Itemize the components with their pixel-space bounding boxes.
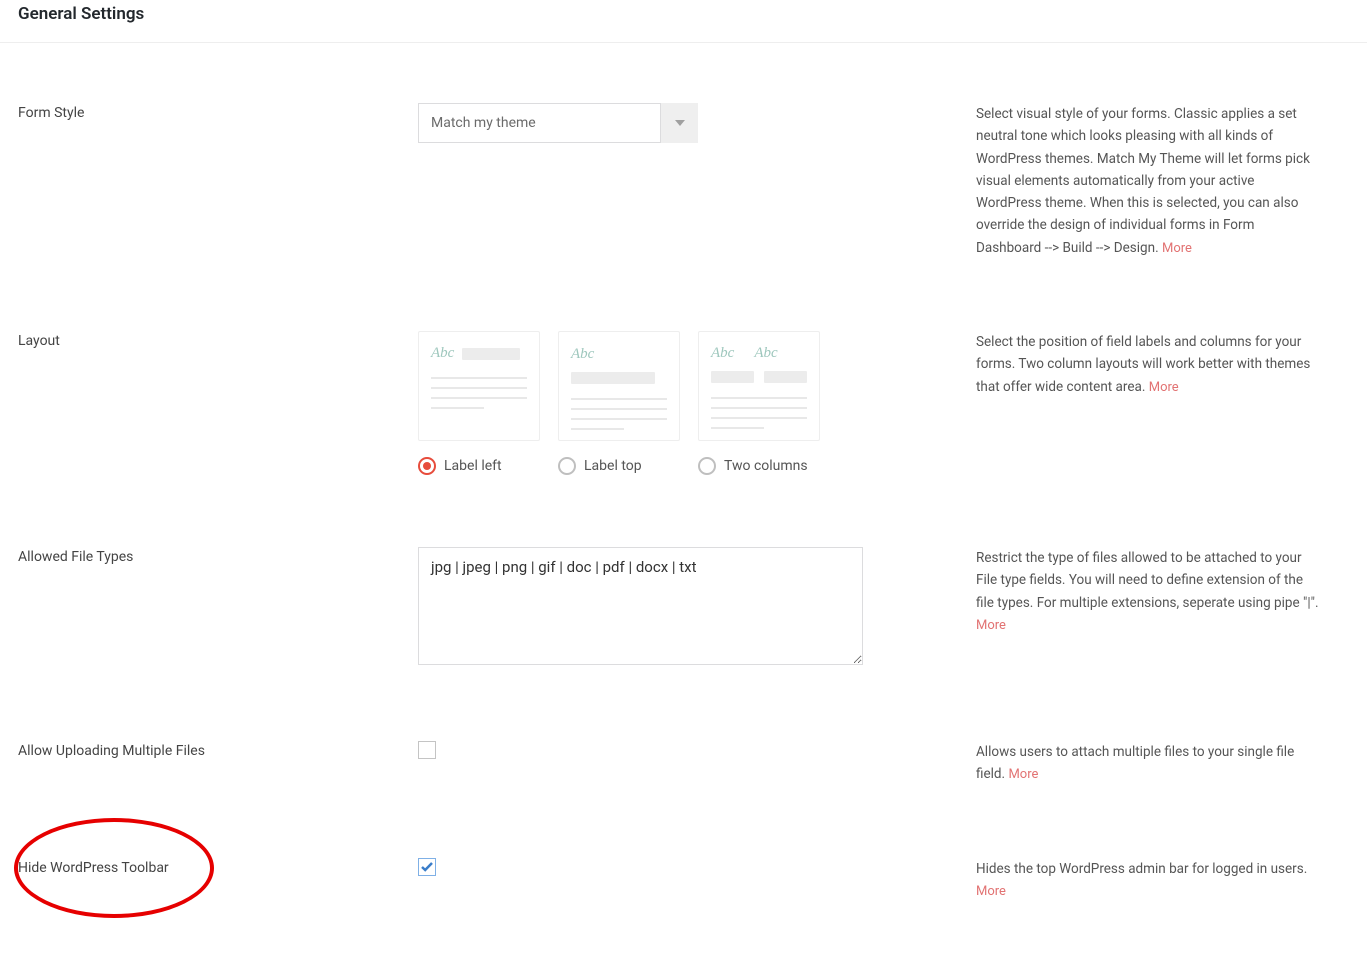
setting-row-allowed-file-types: Allowed File Types Restrict the type of … — [18, 511, 1349, 705]
radio-two-columns[interactable]: Two columns — [698, 457, 820, 475]
hide-toolbar-checkbox[interactable] — [418, 858, 436, 876]
radio-icon — [698, 457, 716, 475]
setting-row-allow-multiple: Allow Uploading Multiple Files Allows us… — [18, 705, 1349, 822]
radio-icon — [558, 457, 576, 475]
layout-option-two-columns[interactable]: Abc Abc — [698, 331, 820, 475]
layout-card-label-top: Abc — [558, 331, 680, 441]
page-title: General Settings — [0, 0, 1367, 43]
allowed-file-types-label: Allowed File Types — [18, 547, 418, 565]
allow-multiple-control — [418, 741, 958, 759]
allowed-file-types-input[interactable] — [418, 547, 863, 665]
layout-help: Select the position of field labels and … — [958, 331, 1349, 398]
allow-multiple-more-link[interactable]: More — [1008, 767, 1038, 782]
layout-card-two-columns: Abc Abc — [698, 331, 820, 441]
radio-label-text: Two columns — [724, 458, 808, 474]
allowed-file-types-more-link[interactable]: More — [976, 618, 1006, 633]
form-style-label: Form Style — [18, 103, 418, 121]
setting-row-hide-toolbar: Hide WordPress Toolbar Hides the top Wor… — [18, 822, 1349, 939]
form-style-help: Select visual style of your forms. Class… — [958, 103, 1349, 259]
allowed-file-types-help-text: Restrict the type of files allowed to be… — [976, 550, 1319, 611]
abc-label: Abc — [571, 346, 594, 362]
layout-help-text: Select the position of field labels and … — [976, 334, 1310, 395]
allow-multiple-label: Allow Uploading Multiple Files — [18, 741, 418, 759]
radio-label-left[interactable]: Label left — [418, 457, 540, 475]
form-style-select[interactable]: Match my theme — [418, 103, 698, 143]
check-icon — [421, 862, 433, 872]
layout-card-label-left: Abc — [418, 331, 540, 441]
allow-multiple-checkbox[interactable] — [418, 741, 436, 759]
abc-label: Abc — [711, 346, 734, 361]
radio-label-text: Label top — [584, 458, 642, 474]
layout-control: Abc Label left — [418, 331, 958, 475]
setting-row-layout: Layout Abc — [18, 295, 1349, 511]
form-style-more-link[interactable]: More — [1162, 241, 1192, 256]
allowed-file-types-help: Restrict the type of files allowed to be… — [958, 547, 1349, 636]
hide-toolbar-help-text: Hides the top WordPress admin bar for lo… — [976, 861, 1307, 877]
radio-icon — [418, 457, 436, 475]
allowed-file-types-control — [418, 547, 958, 669]
hide-toolbar-label: Hide WordPress Toolbar — [18, 858, 418, 876]
hide-toolbar-more-link[interactable]: More — [976, 884, 1006, 899]
hide-toolbar-help: Hides the top WordPress admin bar for lo… — [958, 858, 1349, 903]
layout-label: Layout — [18, 331, 418, 349]
allow-multiple-help: Allows users to attach multiple files to… — [958, 741, 1349, 786]
radio-label-top[interactable]: Label top — [558, 457, 680, 475]
abc-label: Abc — [754, 346, 777, 361]
radio-label-text: Label left — [444, 458, 502, 474]
form-style-help-text: Select visual style of your forms. Class… — [976, 106, 1310, 256]
layout-more-link[interactable]: More — [1149, 380, 1179, 395]
abc-label: Abc — [431, 346, 454, 361]
form-style-control: Match my theme — [418, 103, 958, 143]
layout-option-label-left[interactable]: Abc Label left — [418, 331, 540, 475]
setting-row-form-style: Form Style Match my theme Select visual … — [18, 63, 1349, 295]
hide-toolbar-control — [418, 858, 958, 876]
settings-body: Form Style Match my theme Select visual … — [0, 43, 1367, 958]
layout-option-label-top[interactable]: Abc Label top — [558, 331, 680, 475]
